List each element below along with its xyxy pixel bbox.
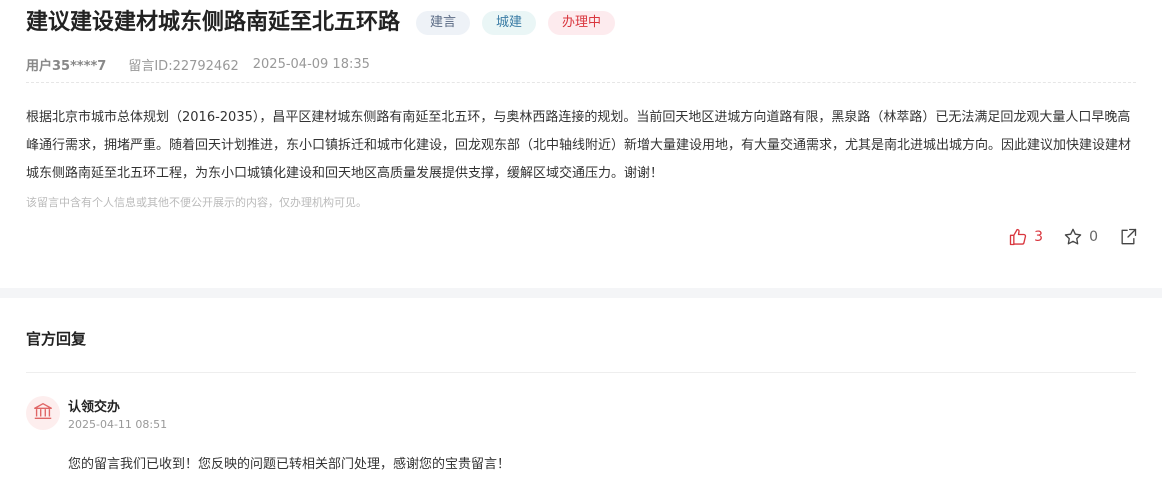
reply-content: 您的留言我们已收到！您反映的问题已转相关部门处理，感谢您的宝贵留言！ xyxy=(68,457,511,472)
post-card: 建议建设建材城东侧路南延至北五环路 建言 城建 办理中 用户35****7 留言… xyxy=(0,0,1162,288)
divider xyxy=(26,372,1136,373)
divider xyxy=(26,82,1136,83)
post-meta: 用户35****7 留言ID:22792462 2025-04-09 18:35 xyxy=(26,55,370,74)
status-badge: 办理中 xyxy=(548,11,616,35)
official-reply-section: 官方回复 认领交办 2025-04-11 08:51 您的留言我们已收到！您反映… xyxy=(0,298,1162,496)
section-gap xyxy=(0,288,1162,298)
author-name: 用户35****7 xyxy=(26,58,107,74)
privacy-notice: 该留言中含有个人信息或其他不便公开展示的内容，仅办理机构可见。 xyxy=(26,196,367,209)
favorite-button[interactable]: 0 xyxy=(1063,227,1098,247)
post-datetime: 2025-04-09 18:35 xyxy=(252,56,370,72)
post-content: 根据北京市城市总体规划（2016-2035），昌平区建材城东侧路有南延至北五环，… xyxy=(26,110,1132,181)
tag-topic[interactable]: 城建 xyxy=(482,11,537,35)
reply-org-name: 认领交办 xyxy=(68,400,121,415)
post-title: 建议建设建材城东侧路南延至北五环路 xyxy=(26,10,401,35)
tag-category[interactable]: 建言 xyxy=(416,11,471,35)
avatar xyxy=(26,396,60,430)
share-button[interactable] xyxy=(1118,227,1138,247)
section-title: 官方回复 xyxy=(26,330,87,348)
like-count: 3 xyxy=(1034,229,1044,245)
message-id: 留言ID:22792462 xyxy=(128,58,239,74)
title-row: 建议建设建材城东侧路南延至北五环路 建言 城建 办理中 xyxy=(26,8,616,38)
post-actions: 3 0 xyxy=(988,226,1138,248)
like-button[interactable]: 3 xyxy=(1008,227,1043,247)
government-building-icon xyxy=(32,400,54,426)
share-icon xyxy=(1118,227,1138,247)
star-icon xyxy=(1063,227,1083,247)
reply-datetime: 2025-04-11 08:51 xyxy=(68,418,168,431)
favorite-count: 0 xyxy=(1089,229,1098,245)
thumbs-up-icon xyxy=(1008,227,1028,247)
